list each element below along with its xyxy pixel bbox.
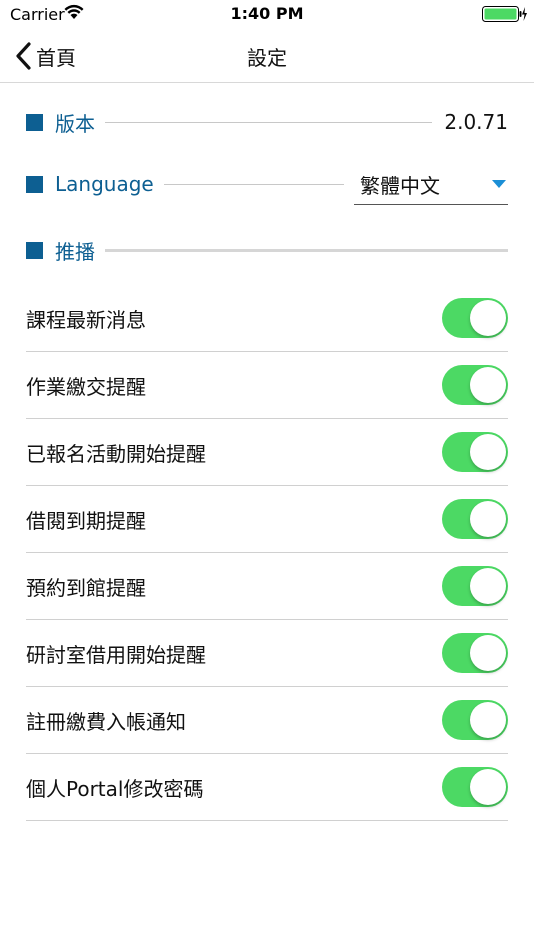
toggle-switch[interactable]	[442, 767, 508, 807]
toggle-label: 研討室借用開始提醒	[26, 642, 206, 667]
toggle-knob	[470, 568, 506, 604]
divider-line	[163, 183, 344, 185]
battery-charging-icon	[482, 6, 527, 22]
toggle-switch[interactable]	[442, 499, 508, 539]
toggle-label: 課程最新消息	[26, 307, 146, 332]
toggle-switch[interactable]	[442, 298, 508, 338]
toggle-label: 個人Portal修改密碼	[26, 776, 204, 801]
list-item: 已報名活動開始提醒	[26, 419, 508, 486]
toggle-knob	[470, 300, 506, 336]
version-label: 版本	[55, 111, 95, 136]
toggle-knob	[470, 367, 506, 403]
toggle-knob	[470, 769, 506, 805]
status-time: 1:40 PM	[230, 4, 304, 23]
toggle-label: 已報名活動開始提醒	[26, 441, 206, 466]
push-section-header: 推播	[26, 215, 508, 285]
list-item: 預約到館提醒	[26, 553, 508, 620]
version-value: 2.0.71	[444, 110, 508, 134]
divider-line	[105, 248, 508, 252]
toggle-label: 註冊繳費入帳通知	[26, 709, 186, 734]
toggle-knob	[470, 501, 506, 537]
toggle-switch[interactable]	[442, 365, 508, 405]
language-select[interactable]: 繁體中文	[354, 164, 508, 205]
settings-content: 版本 2.0.71 Language 繁體中文 推播 課程最新消息 作業繳交提醒…	[26, 83, 508, 821]
section-square-icon	[26, 175, 43, 193]
list-item: 研討室借用開始提醒	[26, 620, 508, 687]
push-label: 推播	[55, 239, 95, 264]
toggle-knob	[470, 702, 506, 738]
language-label: Language	[55, 172, 154, 196]
toggle-label: 作業繳交提醒	[26, 374, 146, 399]
divider-line	[105, 121, 433, 123]
section-square-icon	[26, 113, 43, 131]
language-row: Language 繁體中文	[26, 153, 508, 215]
toggle-knob	[470, 434, 506, 470]
toggle-switch[interactable]	[442, 700, 508, 740]
list-item: 借閱到期提醒	[26, 486, 508, 553]
toggle-switch[interactable]	[442, 633, 508, 673]
status-bar: Carrier 1:40 PM	[0, 0, 534, 30]
toggle-label: 借閱到期提醒	[26, 508, 146, 533]
push-toggle-list: 課程最新消息 作業繳交提醒 已報名活動開始提醒 借閱到期提醒 預約到館提醒 研討…	[26, 285, 508, 821]
toggle-switch[interactable]	[442, 566, 508, 606]
list-item: 註冊繳費入帳通知	[26, 687, 508, 754]
list-item: 個人Portal修改密碼	[26, 754, 508, 821]
navigation-bar: 首頁 設定	[0, 30, 534, 83]
version-row: 版本 2.0.71	[26, 91, 508, 153]
list-item: 作業繳交提醒	[26, 352, 508, 419]
toggle-label: 預約到館提醒	[26, 575, 146, 600]
section-square-icon	[26, 241, 43, 259]
toggle-switch[interactable]	[442, 432, 508, 472]
page-title: 設定	[247, 46, 287, 70]
toggle-knob	[470, 635, 506, 671]
language-selected-value: 繁體中文	[360, 173, 440, 198]
list-item: 課程最新消息	[26, 285, 508, 352]
dropdown-arrow-icon	[492, 179, 506, 188]
